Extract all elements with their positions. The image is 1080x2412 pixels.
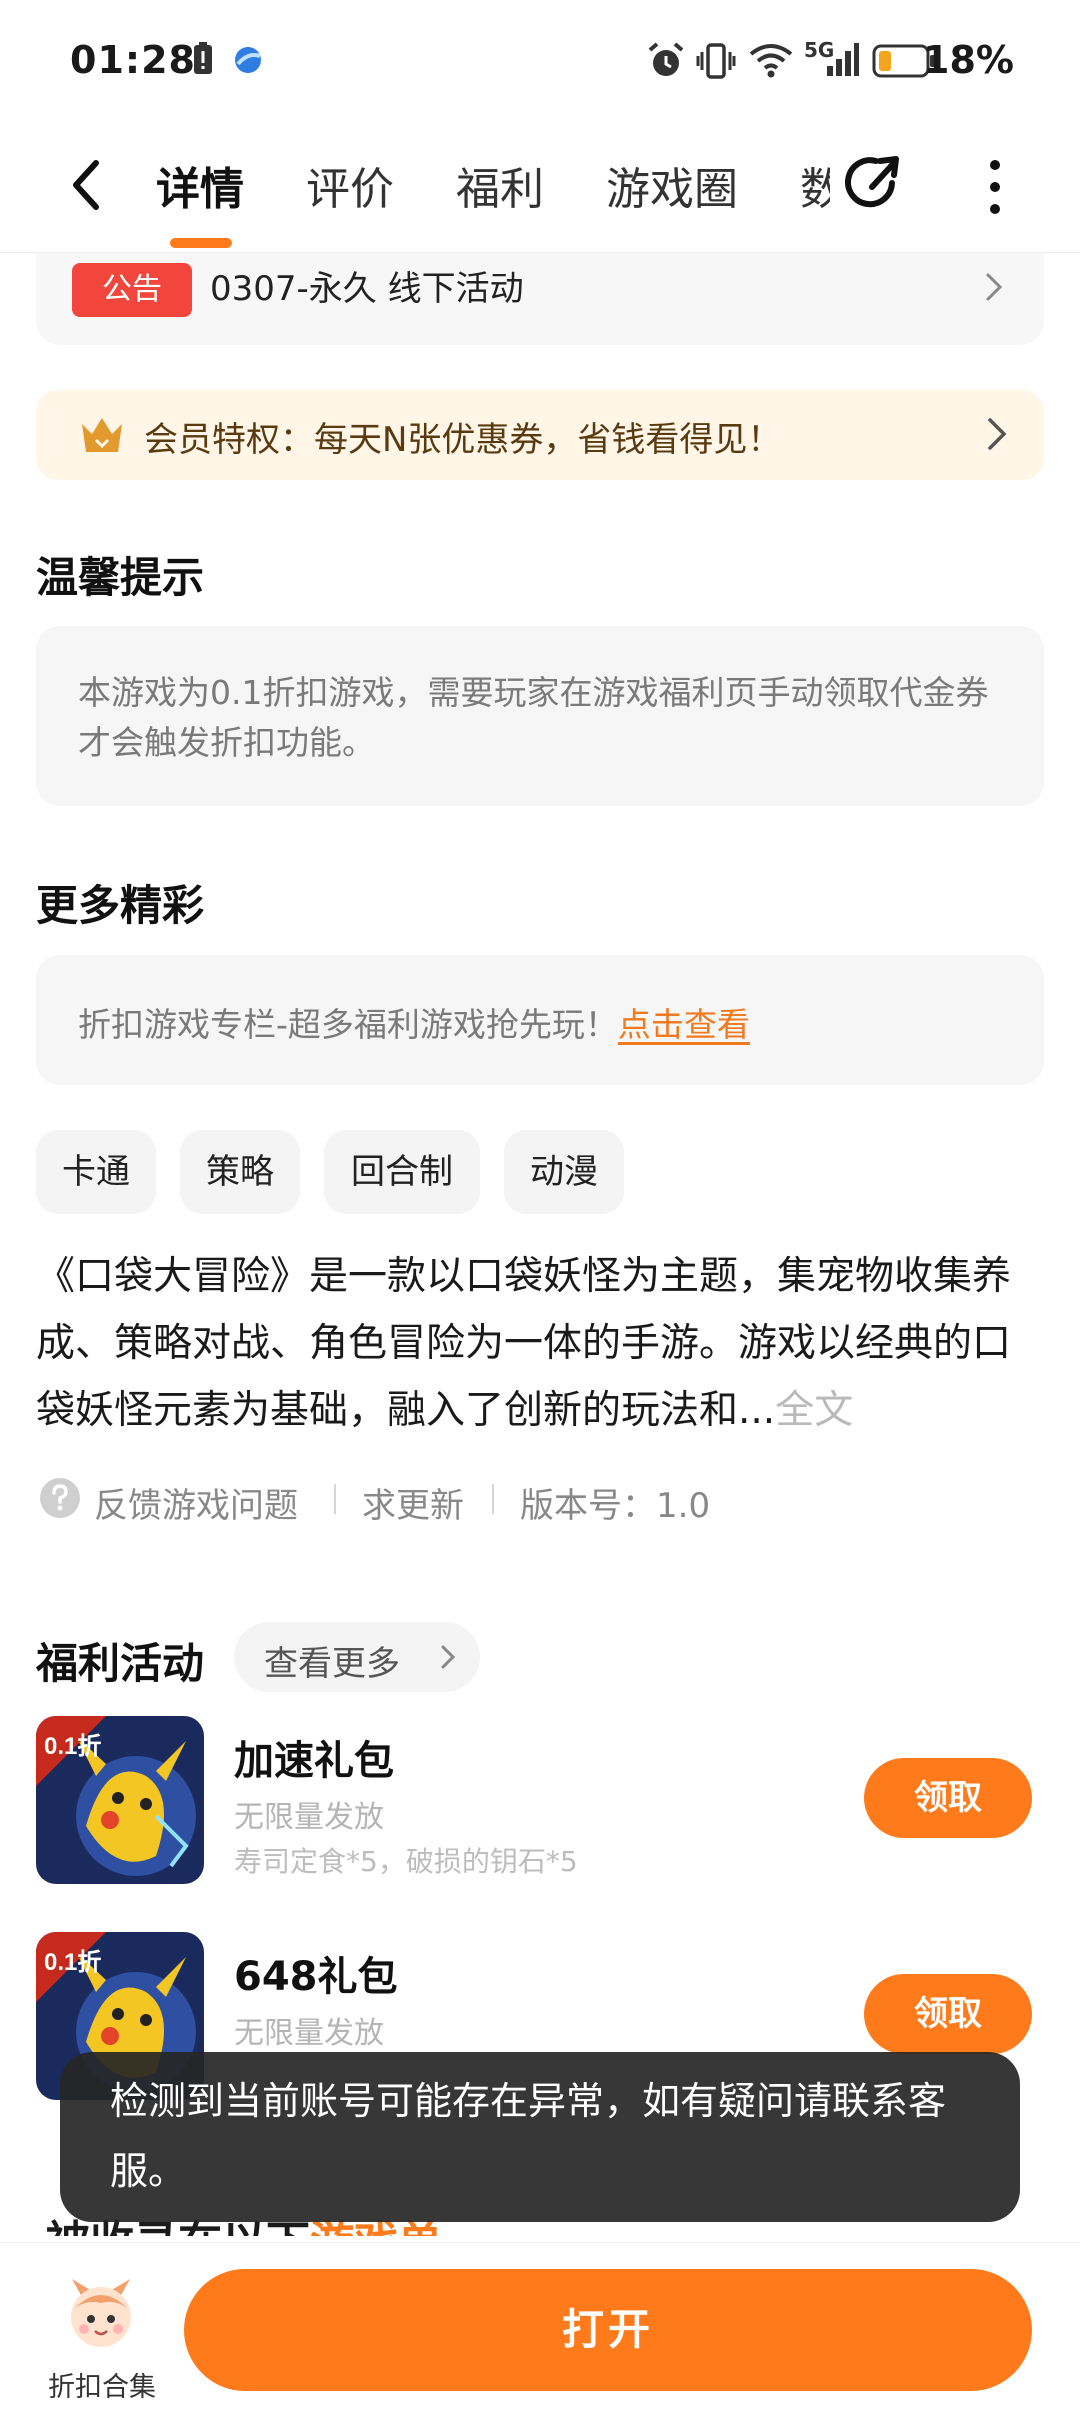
- welfare-title: 福利活动: [36, 1639, 205, 1688]
- share-icon[interactable]: [842, 149, 910, 217]
- feedback-link[interactable]: 反馈游戏问题: [94, 1478, 298, 1527]
- game-detail-page: 01:28 5G 18% 详情 评价 福利 游戏圈 数 公告 0307-永久 线…: [0, 0, 1080, 2412]
- request-update-link[interactable]: 求更新: [362, 1478, 464, 1527]
- discount-collection-label[interactable]: 折扣合集: [48, 2365, 156, 2404]
- expand-full-text[interactable]: 全文: [775, 1388, 853, 1433]
- announcement-text: 0307-永久 线下活动: [210, 269, 524, 309]
- bottom-action-bar: 折扣合集 打开: [0, 2242, 1080, 2412]
- tag-cartoon[interactable]: 卡通: [36, 1130, 156, 1214]
- alarm-icon: [648, 42, 684, 76]
- gift-thumbnail: 0.1折: [36, 1716, 204, 1884]
- tab-data-label: 数: [800, 164, 830, 215]
- app-notification-icon: [235, 47, 261, 73]
- member-privilege-text: 会员特权：每天N张优惠券，省钱看得见！: [144, 420, 782, 460]
- open-game-button[interactable]: 打开: [184, 2269, 1032, 2391]
- top-navigation: 详情 评价 福利 游戏圈 数: [0, 125, 1080, 253]
- question-icon: [40, 1478, 80, 1518]
- gift-item: 0.1折 加速礼包 无限量发放 寿司定食*5，破损的钥石*5 领取: [36, 1716, 1046, 1886]
- announcement-badge: 公告: [72, 263, 192, 317]
- chevron-right-icon: [988, 418, 1007, 450]
- divider: [492, 1484, 494, 1514]
- tag-anime[interactable]: 动漫: [504, 1130, 624, 1214]
- discount-column-text: 折扣游戏专栏-超多福利游戏抢先玩！点击查看: [78, 998, 750, 1046]
- chevron-right-icon: [986, 273, 1003, 301]
- account-warning-toast: 检测到当前账号可能存在异常，如有疑问请联系客服。: [60, 2052, 1020, 2222]
- status-time: 01:28: [70, 38, 196, 82]
- more-title: 更多精彩: [36, 881, 205, 930]
- gift-name: 648礼包: [234, 1954, 398, 2000]
- tab-reviews[interactable]: 评价: [306, 153, 394, 217]
- gift-quantity: 无限量发放: [234, 1800, 384, 1835]
- discount-column-desc: 折扣游戏专栏-超多福利游戏抢先玩！: [78, 1005, 618, 1044]
- tab-welfare[interactable]: 福利: [456, 153, 544, 217]
- version-label: 版本号：1.0: [520, 1486, 711, 1526]
- tab-data-partial[interactable]: 数: [800, 153, 830, 217]
- gift-quantity: 无限量发放: [234, 2016, 384, 2051]
- gift-contents: 寿司定食*5，破损的钥石*5: [234, 1845, 578, 1878]
- gift-name: 加速礼包: [234, 1738, 394, 1784]
- tag-turn-based[interactable]: 回合制: [324, 1130, 480, 1214]
- battery-percentage: 18%: [923, 38, 1014, 82]
- tab-game-circle[interactable]: 游戏圈: [606, 153, 738, 217]
- discount-badge-text: 0.1折: [44, 1733, 101, 1760]
- game-description: 《口袋大冒险》是一款以口袋妖怪为主题，集宠物收集养成、策略对战、角色冒险为一体的…: [36, 1243, 1048, 1444]
- divider: [334, 1484, 336, 1514]
- discount-collection-avatar[interactable]: [62, 2275, 140, 2353]
- discount-badge-text: 0.1折: [44, 1949, 101, 1976]
- view-link[interactable]: 点击查看: [618, 1005, 750, 1044]
- discount-column-box: 折扣游戏专栏-超多福利游戏抢先玩！点击查看: [36, 955, 1044, 1085]
- tab-details[interactable]: 详情: [156, 153, 244, 217]
- game-icon-image: 0.1折: [36, 1716, 204, 1884]
- view-more-label: 查看更多: [264, 1644, 400, 1684]
- description-text: 《口袋大冒险》是一款以口袋妖怪为主题，集宠物收集养成、策略对战、角色冒险为一体的…: [36, 1254, 1012, 1433]
- tips-text: 本游戏为0.1折扣游戏，需要玩家在游戏福利页手动领取代金券才会触发折扣功能。: [78, 673, 989, 762]
- vibrate-icon: [696, 43, 736, 79]
- tips-title: 温馨提示: [36, 553, 205, 602]
- view-more-button[interactable]: 查看更多: [234, 1622, 480, 1692]
- announcement-card[interactable]: 公告 0307-永久 线下活动: [36, 253, 1044, 345]
- status-bar: 01:28 5G 18%: [0, 0, 1080, 125]
- more-options-icon[interactable]: [980, 155, 1010, 219]
- member-privilege-banner[interactable]: 会员特权：每天N张优惠券，省钱看得见！: [36, 390, 1044, 480]
- tips-box: 本游戏为0.1折扣游戏，需要玩家在游戏福利页手动领取代金券才会触发折扣功能。: [36, 626, 1044, 806]
- wifi-icon: [749, 44, 793, 78]
- claim-button[interactable]: 领取: [864, 1758, 1032, 1838]
- active-tab-indicator: [170, 238, 232, 248]
- battery-alert-icon: [194, 42, 212, 74]
- claim-button[interactable]: 领取: [864, 1974, 1032, 2054]
- tag-strategy[interactable]: 策略: [180, 1130, 300, 1214]
- crown-icon: [82, 418, 122, 452]
- back-arrow-icon[interactable]: [62, 155, 112, 215]
- chevron-right-icon: [441, 1645, 456, 1669]
- signal-icon: [827, 43, 859, 76]
